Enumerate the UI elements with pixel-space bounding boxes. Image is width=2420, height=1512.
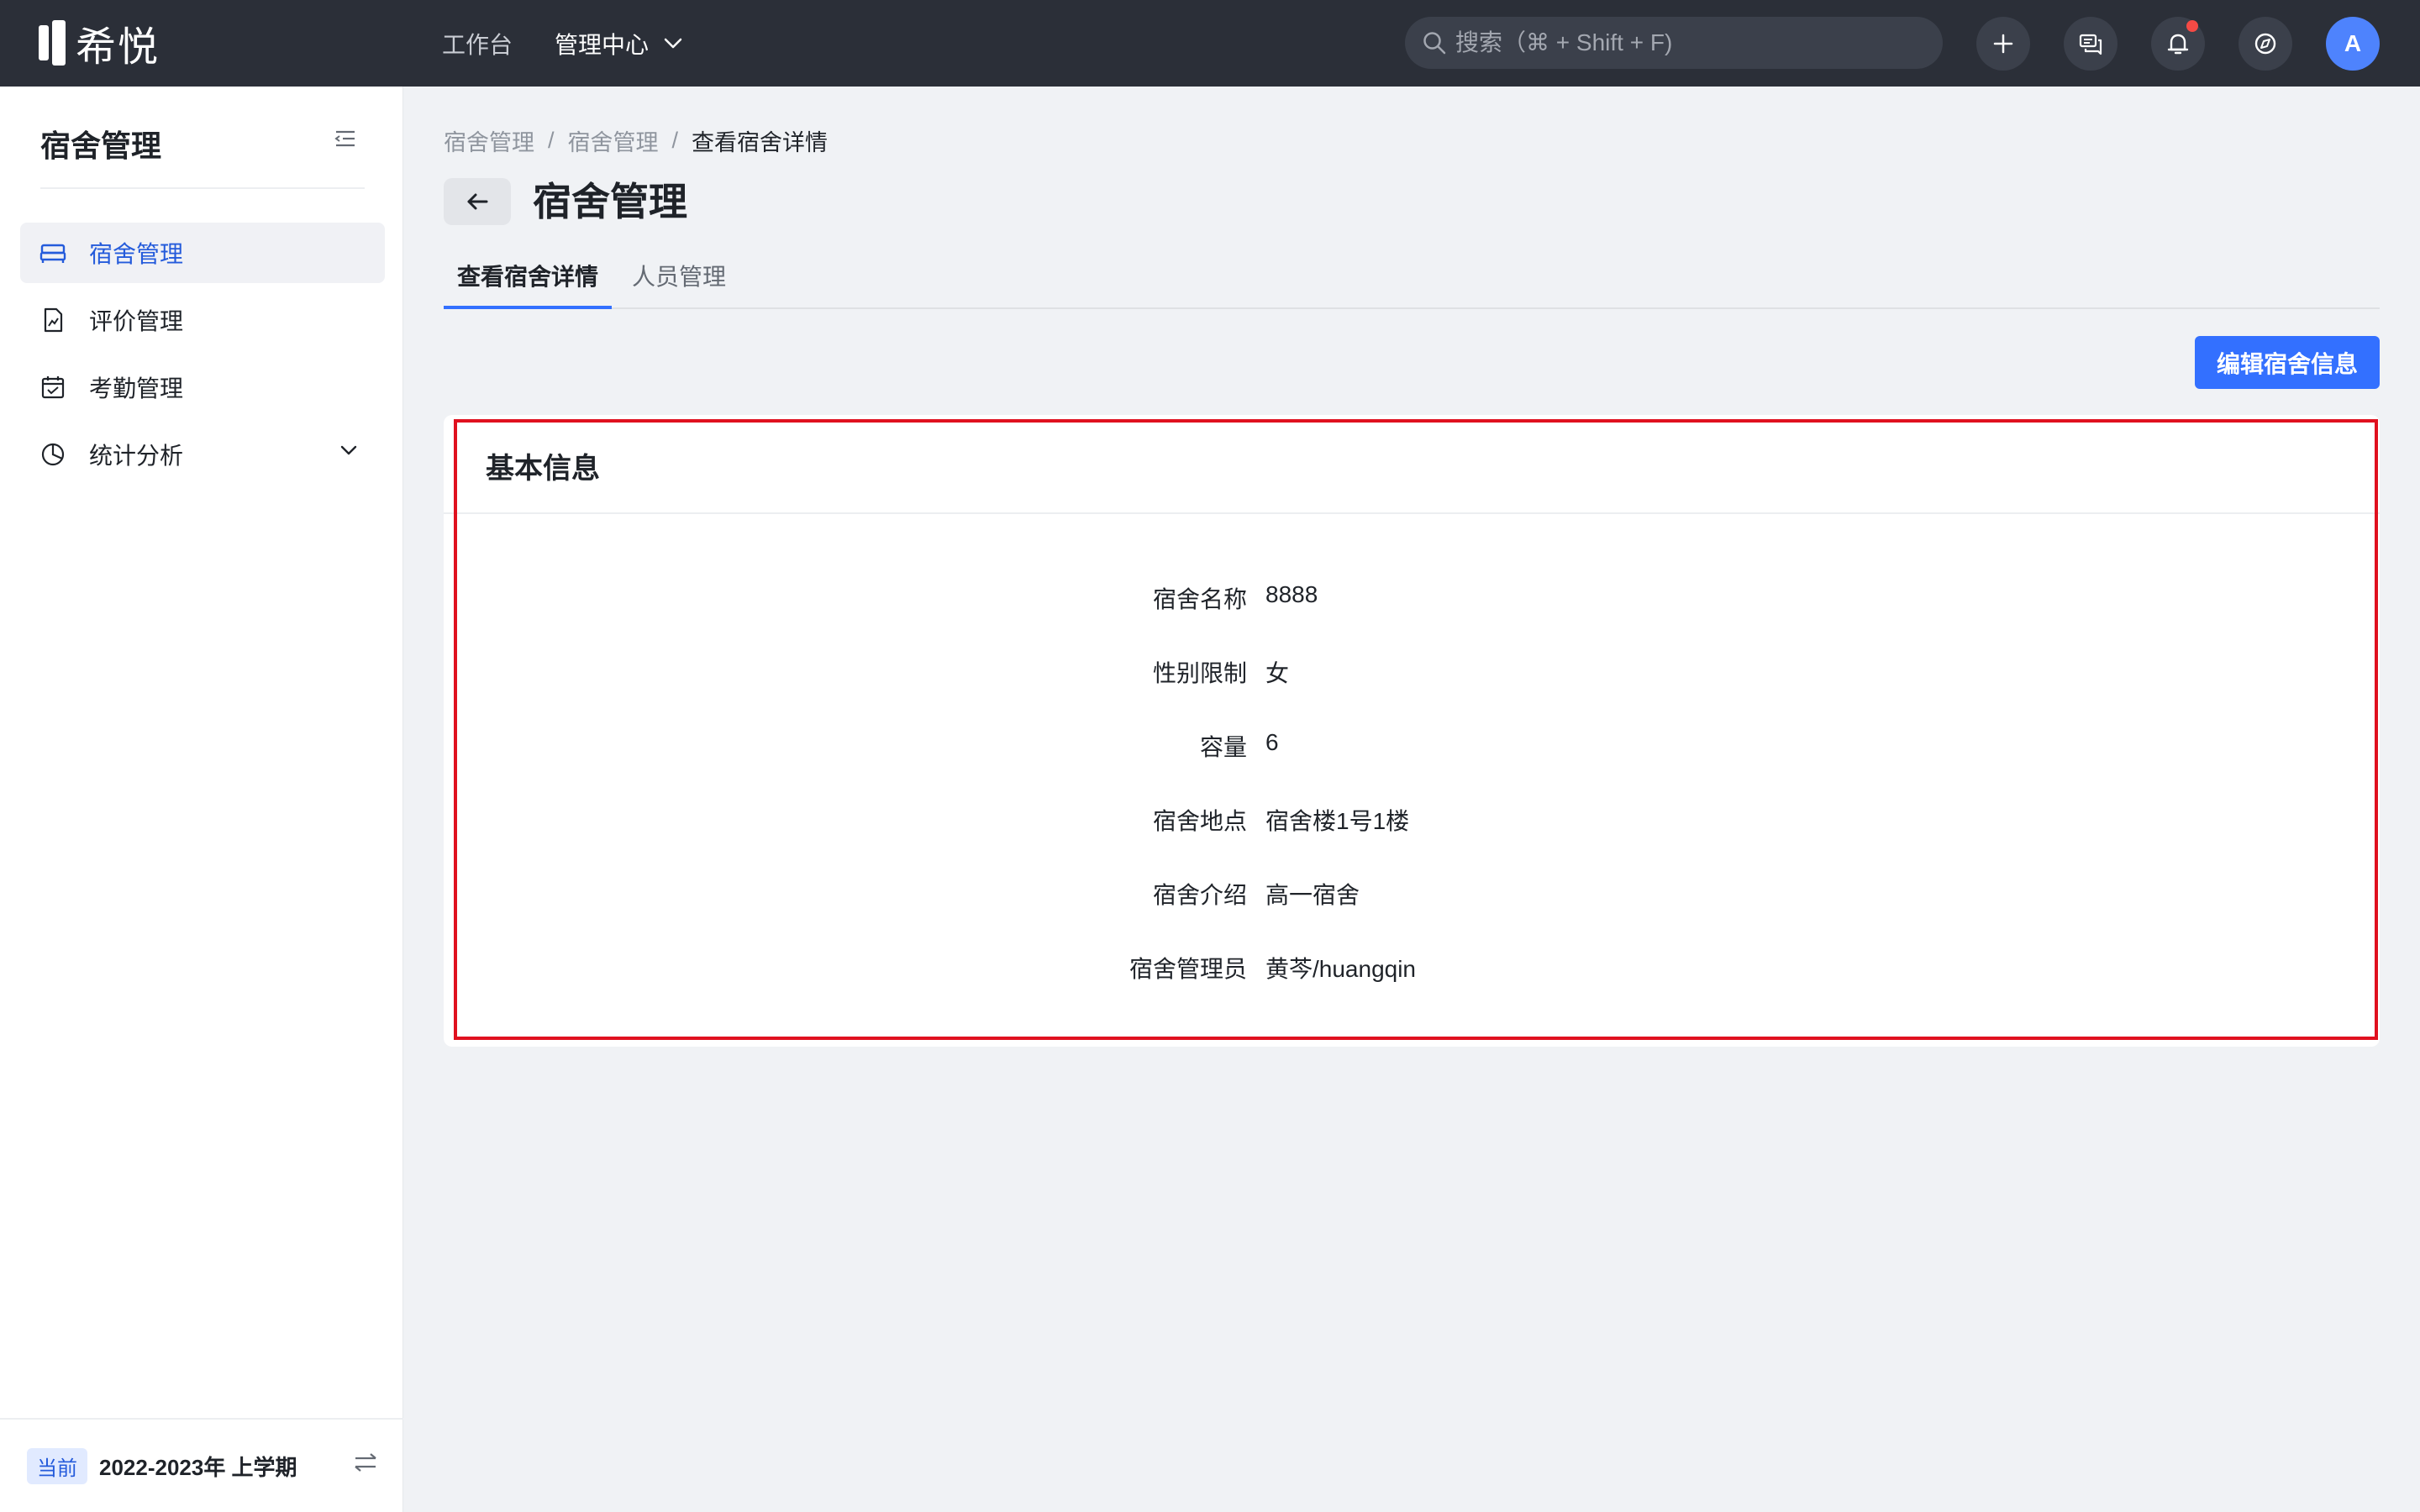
sidebar-item-statistics[interactable]: 统计分析 (20, 424, 385, 485)
info-row-location: 宿舍地点 宿舍楼1号1楼 (444, 803, 2380, 840)
arrow-left-icon (467, 193, 488, 210)
breadcrumb: 宿舍管理 / 宿舍管理 / 查看宿舍详情 (444, 124, 828, 157)
breadcrumb-separator: / (548, 128, 555, 153)
pie-chart-icon (39, 440, 67, 469)
calendar-icon (39, 373, 67, 402)
compass-icon (2254, 33, 2276, 55)
back-button[interactable] (444, 178, 511, 225)
info-row-capacity: 容量 6 (444, 729, 2380, 766)
tab-bar: 查看宿舍详情 人员管理 (444, 249, 2380, 309)
logo-text: 希悦 (76, 25, 160, 70)
sidebar-item-evaluation[interactable]: 评价管理 (20, 290, 385, 350)
collapse-icon (334, 130, 355, 147)
sidebar: 宿舍管理 宿舍管理 评价管理 考勤管理 统计分析 当前 2022-2023年 上… (0, 87, 403, 1512)
messages-button[interactable] (2064, 17, 2118, 71)
plus-icon (1993, 34, 2013, 54)
info-label: 宿舍名称 (1152, 586, 1247, 612)
search-box[interactable] (1405, 17, 1943, 69)
search-input[interactable] (1455, 29, 1926, 56)
info-label: 宿舍地点 (1152, 808, 1247, 834)
nav-item-admin-center[interactable]: 管理中心 (555, 27, 682, 60)
sidebar-item-label: 宿舍管理 (89, 241, 184, 267)
avatar[interactable]: A (2326, 17, 2380, 71)
notifications-button[interactable] (2151, 17, 2205, 71)
sidebar-collapse-button[interactable] (334, 129, 356, 153)
nav-item-label: 工作台 (442, 31, 513, 58)
bell-icon (2167, 34, 2189, 55)
swap-icon (355, 1453, 376, 1472)
chevron-down-icon (340, 445, 357, 455)
info-value: 高一宿舍 (1265, 882, 1360, 908)
chevron-down-icon (664, 38, 682, 48)
tab-dorm-details[interactable]: 查看宿舍详情 (444, 249, 613, 309)
sidebar-item-label: 评价管理 (89, 308, 184, 334)
app-center-button[interactable] (2238, 17, 2292, 71)
info-value: 女 (1265, 660, 1290, 686)
sidebar-title: 宿舍管理 (40, 129, 162, 163)
sidebar-header: 宿舍管理 (40, 122, 365, 189)
card-header: 基本信息 (444, 415, 2380, 514)
breadcrumb-current: 查看宿舍详情 (692, 130, 829, 155)
term-label: 2022-2023年 上学期 (99, 1454, 297, 1480)
notification-dot (2186, 20, 2198, 32)
nav-item-label: 管理中心 (555, 31, 650, 58)
info-label: 宿舍介绍 (1152, 882, 1247, 908)
info-label: 性别限制 (1152, 660, 1247, 686)
info-row-dorm-name: 宿舍名称 8888 (444, 581, 2380, 618)
sidebar-item-dorm-management[interactable]: 宿舍管理 (20, 223, 385, 283)
basic-info-card: 基本信息 宿舍名称 8888 性别限制 女 容量 6 宿舍地点 宿舍楼1号1楼 … (444, 415, 2380, 1047)
sidebar-menu: 宿舍管理 评价管理 考勤管理 统计分析 (20, 223, 385, 491)
search-icon (1423, 32, 1446, 55)
add-button[interactable] (1976, 17, 2030, 71)
nav-item-workbench[interactable]: 工作台 (442, 27, 513, 60)
card-title: 基本信息 (486, 453, 600, 485)
breadcrumb-item[interactable]: 宿舍管理 (444, 124, 534, 157)
info-value: 宿舍楼1号1楼 (1265, 808, 1410, 834)
bed-icon (39, 239, 67, 267)
term-switch-button[interactable] (353, 1452, 378, 1478)
edit-dorm-info-button[interactable]: 编辑宿舍信息 (2195, 336, 2380, 389)
breadcrumb-item[interactable]: 宿舍管理 (568, 124, 659, 157)
sidebar-item-label: 考勤管理 (89, 375, 184, 402)
tab-personnel-management[interactable]: 人员管理 (618, 249, 739, 309)
top-nav: 工作台 管理中心 (442, 0, 724, 87)
app-logo[interactable]: 希悦 (39, 18, 160, 70)
breadcrumb-separator: / (671, 128, 679, 153)
info-value: 8888 (1265, 581, 1318, 607)
info-row-introduction: 宿舍介绍 高一宿舍 (444, 877, 2380, 914)
term-footer: 当前 2022-2023年 上学期 (0, 1418, 403, 1512)
sidebar-item-attendance[interactable]: 考勤管理 (20, 357, 385, 417)
info-label: 宿舍管理员 (1128, 956, 1247, 982)
info-value: 6 (1265, 729, 1279, 755)
top-bar: 希悦 工作台 管理中心 A (0, 0, 2420, 87)
chat-icon (2079, 34, 2102, 55)
term-badge: 当前 (27, 1447, 87, 1484)
info-row-gender-limit: 性别限制 女 (444, 655, 2380, 692)
info-label: 容量 (1199, 734, 1247, 760)
evaluation-icon (39, 306, 67, 334)
info-value: 黄芩/huangqin (1265, 956, 1417, 982)
sidebar-item-label: 统计分析 (89, 443, 184, 469)
page-title: 宿舍管理 (533, 180, 687, 223)
logo-mark-icon (39, 20, 67, 66)
info-row-dorm-manager: 宿舍管理员 黄芩/huangqin (444, 951, 2380, 988)
